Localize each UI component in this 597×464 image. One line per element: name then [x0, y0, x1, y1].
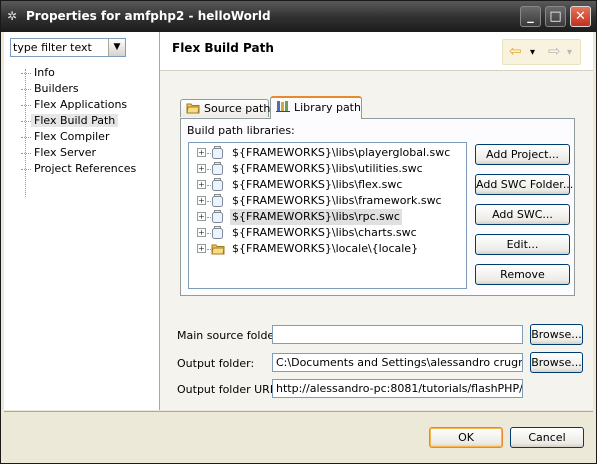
eclipse-icon: ✲: [7, 9, 18, 23]
output-url-label: Output folder URL:: [177, 383, 280, 396]
filter-text: type filter text: [13, 41, 92, 54]
properties-dialog: ✲ Properties for amfphp2 - helloWorld _ …: [0, 0, 597, 464]
swc-jar-icon: [212, 162, 223, 175]
page-content: Flex Build Path ⇦ ▾ ⇨ ▾ Source path Libr…: [160, 32, 593, 410]
main-source-input[interactable]: [272, 325, 523, 344]
expand-icon[interactable]: +: [197, 180, 213, 189]
back-dropdown-icon[interactable]: ▾: [530, 45, 535, 61]
library-label: ${FRAMEWORKS}\locale\{locale}: [232, 242, 419, 255]
nav-item-flex-compiler[interactable]: Flex Compiler: [21, 129, 109, 144]
property-navigation: type filter text ▼ Info Builders Flex Ap…: [4, 32, 160, 410]
swc-jar-icon: [212, 194, 223, 207]
edit-button[interactable]: Edit...: [475, 234, 570, 255]
swc-jar-icon: [212, 226, 223, 239]
nav-item-label: Flex Build Path: [31, 114, 119, 127]
swc-jar-icon: [212, 210, 223, 223]
build-path-heading: Build path libraries:: [187, 124, 295, 137]
expand-icon[interactable]: +: [197, 164, 213, 173]
add-project-button[interactable]: Add Project...: [475, 144, 570, 165]
cancel-button[interactable]: Cancel: [510, 427, 584, 448]
nav-item-flex-build-path[interactable]: Flex Build Path: [21, 113, 119, 128]
library-path-panel: Build path libraries: + ${FRAMEWORKS}\li…: [180, 118, 575, 296]
maximize-button[interactable]: □: [545, 6, 566, 27]
nav-item-builders[interactable]: Builders: [21, 81, 79, 96]
add-swc-folder-button[interactable]: Add SWC Folder...: [475, 174, 573, 195]
tab-source-path[interactable]: Source path: [180, 99, 271, 117]
library-label: ${FRAMEWORKS}\libs\framework.swc: [232, 194, 442, 207]
close-button[interactable]: ✕: [570, 6, 591, 27]
browse-output-button[interactable]: Browse...: [530, 352, 583, 373]
swc-jar-icon: [212, 178, 223, 191]
library-label: ${FRAMEWORKS}\libs\flex.swc: [232, 178, 403, 191]
nav-item-label: Project References: [34, 162, 137, 175]
nav-item-flex-applications[interactable]: Flex Applications: [21, 97, 127, 112]
filter-input[interactable]: type filter text ▼: [10, 38, 126, 57]
library-label: ${FRAMEWORKS}\libs\charts.swc: [232, 226, 417, 239]
nav-item-flex-server[interactable]: Flex Server: [21, 145, 96, 160]
forward-arrow-icon[interactable]: ⇨: [548, 43, 561, 59]
expand-icon[interactable]: +: [197, 244, 213, 253]
expand-icon[interactable]: +: [197, 212, 213, 221]
page-title: Flex Build Path: [172, 41, 274, 55]
page-header: Flex Build Path ⇦ ▾ ⇨ ▾: [160, 32, 593, 71]
dialog-footer: OK Cancel: [4, 411, 593, 462]
tab-label: Source path: [204, 102, 271, 115]
expand-icon[interactable]: +: [197, 196, 213, 205]
tab-label: Library path: [294, 101, 361, 114]
expand-icon[interactable]: +: [197, 148, 213, 157]
library-label: ${FRAMEWORKS}\libs\utilities.swc: [232, 162, 423, 175]
nav-item-label: Flex Server: [34, 146, 97, 159]
nav-item-info[interactable]: Info: [21, 65, 55, 80]
dialog-client: type filter text ▼ Info Builders Flex Ap…: [4, 32, 593, 462]
folder-icon: [211, 244, 225, 255]
title-bar[interactable]: ✲ Properties for amfphp2 - helloWorld _ …: [1, 1, 596, 32]
minimize-button[interactable]: _: [520, 6, 541, 27]
nav-item-label: Builders: [34, 82, 79, 95]
back-arrow-icon[interactable]: ⇦: [509, 43, 522, 59]
nav-item-label: Flex Compiler: [34, 130, 110, 143]
remove-button[interactable]: Remove: [475, 264, 570, 285]
library-icon: [276, 101, 290, 112]
tab-library-path[interactable]: Library path: [270, 96, 362, 119]
library-label: ${FRAMEWORKS}\libs\playerglobal.swc: [232, 146, 451, 159]
chevron-down-icon[interactable]: ▼: [108, 39, 125, 56]
window-title: Properties for amfphp2 - helloWorld: [26, 9, 271, 23]
library-label: ${FRAMEWORKS}\libs\rpc.swc: [230, 209, 402, 225]
nav-item-label: Flex Applications: [34, 98, 128, 111]
expand-icon[interactable]: +: [197, 228, 213, 237]
ok-button[interactable]: OK: [429, 427, 503, 448]
nav-item-project-references[interactable]: Project References: [21, 161, 136, 176]
history-nav: ⇦ ▾ ⇨ ▾: [502, 39, 581, 65]
output-url-input[interactable]: http://alessandro-pc:8081/tutorials/flas…: [272, 379, 523, 398]
folder-icon: [186, 103, 200, 114]
output-folder-input[interactable]: C:\Documents and Settings\alessandro cru…: [272, 353, 523, 372]
nav-item-label: Info: [34, 66, 55, 79]
add-swc-button[interactable]: Add SWC...: [475, 204, 570, 225]
output-folder-label: Output folder:: [177, 357, 255, 370]
main-source-label: Main source folder:: [177, 329, 283, 342]
library-tree[interactable]: + ${FRAMEWORKS}\libs\playerglobal.swc + …: [188, 142, 467, 289]
forward-dropdown-icon[interactable]: ▾: [567, 45, 572, 61]
browse-source-button[interactable]: Browse...: [530, 324, 583, 345]
swc-jar-icon: [212, 146, 223, 159]
